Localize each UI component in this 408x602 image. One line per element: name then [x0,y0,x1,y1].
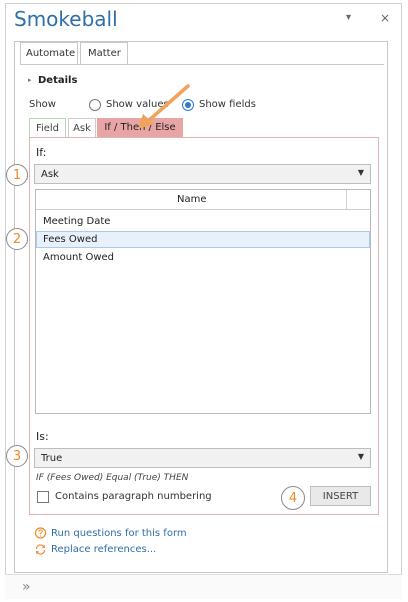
footer-bar [5,574,402,599]
condition-expression: IF (Fees Owed) Equal (True) THEN [36,473,189,483]
if-dropdown[interactable]: Ask ▼ [34,164,371,184]
app-title: Smokeball [14,7,118,31]
annotation-arrow-icon [138,84,190,129]
tab-matter[interactable]: Matter [80,42,128,65]
replace-references-link[interactable]: Replace references... [51,544,156,555]
paragraph-numbering-checkbox[interactable] [37,491,49,503]
list-item[interactable]: Amount Owed [43,252,114,263]
if-dropdown-value: Ask [41,169,59,180]
grid-header: Name [36,190,370,210]
is-label: Is: [36,430,49,443]
show-label: Show [29,99,56,110]
if-label: If: [36,146,47,159]
chevron-down-icon: ▼ [357,168,364,177]
grid-header-divider [346,190,347,210]
tab-automate[interactable]: Automate [20,42,78,65]
show-fields-label[interactable]: Show fields [199,99,256,110]
subtab-ask[interactable]: Ask [68,118,96,137]
callout-marker: 2 [6,228,28,250]
run-questions-link[interactable]: Run questions for this form [51,528,187,539]
close-pane-button[interactable]: × [380,11,390,25]
pane-options-button[interactable]: ▾ [346,12,351,23]
grid-header-name[interactable]: Name [177,194,207,205]
callout-marker: 4 [281,486,305,510]
tab-divider [20,64,384,65]
expand-panel-icon[interactable]: » [22,579,31,595]
chevron-down-icon: ▼ [357,452,364,461]
details-expander-icon[interactable]: ▸ [28,76,32,84]
callout-marker: 3 [6,445,28,467]
replace-icon[interactable] [34,543,47,556]
details-label[interactable]: Details [38,75,77,86]
subtab-field[interactable]: Field [29,118,66,137]
list-item[interactable]: Meeting Date [43,216,110,227]
is-dropdown[interactable]: True ▼ [34,448,371,468]
tab-automate-label: Automate [26,48,76,59]
insert-button[interactable]: INSERT [310,486,371,506]
question-icon[interactable] [34,527,47,540]
list-item-selected[interactable]: Fees Owed [36,231,370,248]
callout-marker: 1 [6,164,28,186]
paragraph-numbering-label[interactable]: Contains paragraph numbering [55,491,212,502]
list-item-label: Fees Owed [43,234,98,245]
is-dropdown-value: True [41,453,63,464]
show-values-radio[interactable] [89,99,101,111]
tab-matter-label: Matter [88,48,121,59]
